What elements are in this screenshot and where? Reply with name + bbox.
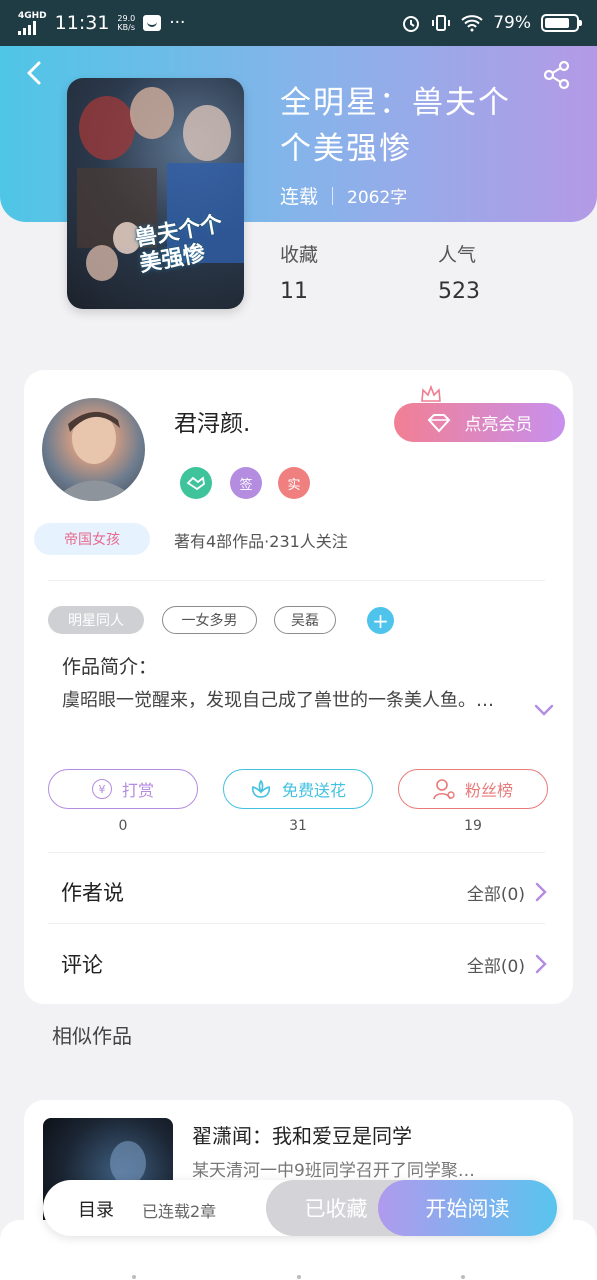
- comments-row[interactable]: 评论 全部(0): [24, 934, 573, 994]
- fans-label: 粉丝榜: [464, 781, 513, 800]
- tag-wu-lei[interactable]: 吴磊: [274, 606, 336, 634]
- author-name[interactable]: 君浔颜.: [174, 404, 250, 438]
- vibrate-icon: [432, 15, 451, 31]
- flower-icon: [251, 779, 271, 798]
- chevron-right-icon: [535, 882, 547, 902]
- divider: [48, 852, 545, 853]
- chevron-down-icon[interactable]: [533, 703, 555, 717]
- comments-right: 全部(0): [467, 952, 547, 977]
- level-badge-icon: [180, 467, 212, 499]
- share-icon[interactable]: [542, 60, 572, 90]
- popularity-value: 523: [438, 279, 480, 304]
- signal-icon: [18, 20, 47, 35]
- tag-one-girl-many-boys[interactable]: 一女多男: [162, 606, 257, 634]
- send-flower-button[interactable]: 免费送花: [223, 769, 373, 809]
- avatar-badge: 帝国女孩: [34, 523, 150, 555]
- book-cover[interactable]: 兽夫个个美强惨: [67, 78, 244, 309]
- verified-badge: 实: [278, 467, 310, 499]
- book-status: 连载: [280, 186, 319, 208]
- divider: [48, 580, 545, 581]
- network-type: 4GHD: [18, 10, 47, 21]
- handshake-icon: [186, 476, 205, 491]
- battery-icon: [541, 14, 582, 32]
- tip-label: 打赏: [121, 781, 154, 800]
- wifi-icon: [461, 15, 483, 32]
- fans-count: 19: [464, 818, 482, 834]
- battery-percent: 79%: [493, 13, 531, 33]
- chevron-right-icon: [535, 954, 547, 974]
- user-icon: [433, 779, 455, 800]
- nav-dot: [297, 1275, 301, 1279]
- tag-star-fanfic[interactable]: 明星同人: [48, 606, 144, 634]
- back-icon[interactable]: [22, 60, 48, 86]
- network-indicator: 4GHD: [18, 10, 47, 35]
- chapters-status: 已连载2章: [142, 1202, 217, 1221]
- author-avatar[interactable]: [42, 398, 145, 501]
- similar-heading: 相似作品: [52, 1024, 132, 1048]
- tip-button[interactable]: ¥ 打赏: [48, 769, 198, 809]
- crown-icon: [421, 385, 441, 402]
- add-tag-button[interactable]: +: [367, 607, 394, 634]
- author-says-row[interactable]: 作者说 全部(0): [24, 862, 573, 922]
- status-bar: 4GHD 11:31 29.0 KB/s ··· 79%: [0, 0, 597, 46]
- vip-button[interactable]: 点亮会员: [394, 403, 565, 442]
- author-says-right: 全部(0): [467, 880, 547, 905]
- speed-value: 29.0: [117, 14, 136, 23]
- popularity-label: 人气: [438, 244, 477, 266]
- avatar-illustration: [52, 411, 138, 501]
- toc-button[interactable]: 目录: [78, 1196, 114, 1222]
- book-meta: 连载 2062字: [280, 182, 407, 209]
- fans-ranking-button[interactable]: 粉丝榜: [398, 769, 548, 809]
- comments-count: 全部(0): [466, 956, 525, 977]
- intro-heading: 作品简介：: [62, 656, 158, 678]
- similar-desc: 某天清河一中9班同学召开了同学聚…: [192, 1161, 475, 1181]
- coin-icon: ¥: [91, 779, 112, 799]
- diamond-icon: [427, 413, 450, 432]
- favorites-value: 11: [280, 279, 308, 304]
- author-stats: 著有4部作品·231人关注: [174, 532, 348, 551]
- word-count: 2062字: [347, 188, 408, 208]
- intro-text: 虞昭眼一觉醒来，发现自己成了兽世的一条美人鱼。…: [62, 690, 494, 711]
- favorites-label: 收藏: [280, 244, 319, 266]
- meta-divider: [332, 186, 334, 205]
- flower-count: 31: [289, 818, 307, 834]
- comments-title: 评论: [61, 953, 103, 977]
- tip-count: 0: [118, 818, 128, 834]
- signed-badge: 签: [230, 467, 262, 499]
- favorites-stat: 收藏 11: [280, 240, 318, 304]
- book-title: 全明星：兽夫个个美强惨: [280, 85, 511, 167]
- author-says-title: 作者说: [61, 881, 124, 905]
- message-icon: [143, 15, 162, 31]
- more-indicator: ···: [169, 13, 186, 33]
- alarm-icon: [403, 16, 420, 32]
- status-time: 11:31: [54, 12, 110, 34]
- nav-dot: [132, 1275, 136, 1279]
- popularity-stat: 人气 523: [438, 240, 480, 304]
- vip-label: 点亮会员: [464, 415, 533, 435]
- similar-title[interactable]: 翟潇闻：我和爱豆是同学: [192, 1120, 412, 1149]
- nav-dot: [461, 1275, 465, 1279]
- author-says-count: 全部(0): [466, 884, 525, 905]
- flower-label: 免费送花: [281, 781, 346, 800]
- divider: [48, 923, 545, 924]
- speed-unit: KB/s: [117, 23, 136, 32]
- network-speed: 29.0 KB/s: [117, 14, 135, 32]
- start-reading-button[interactable]: 开始阅读: [378, 1180, 557, 1236]
